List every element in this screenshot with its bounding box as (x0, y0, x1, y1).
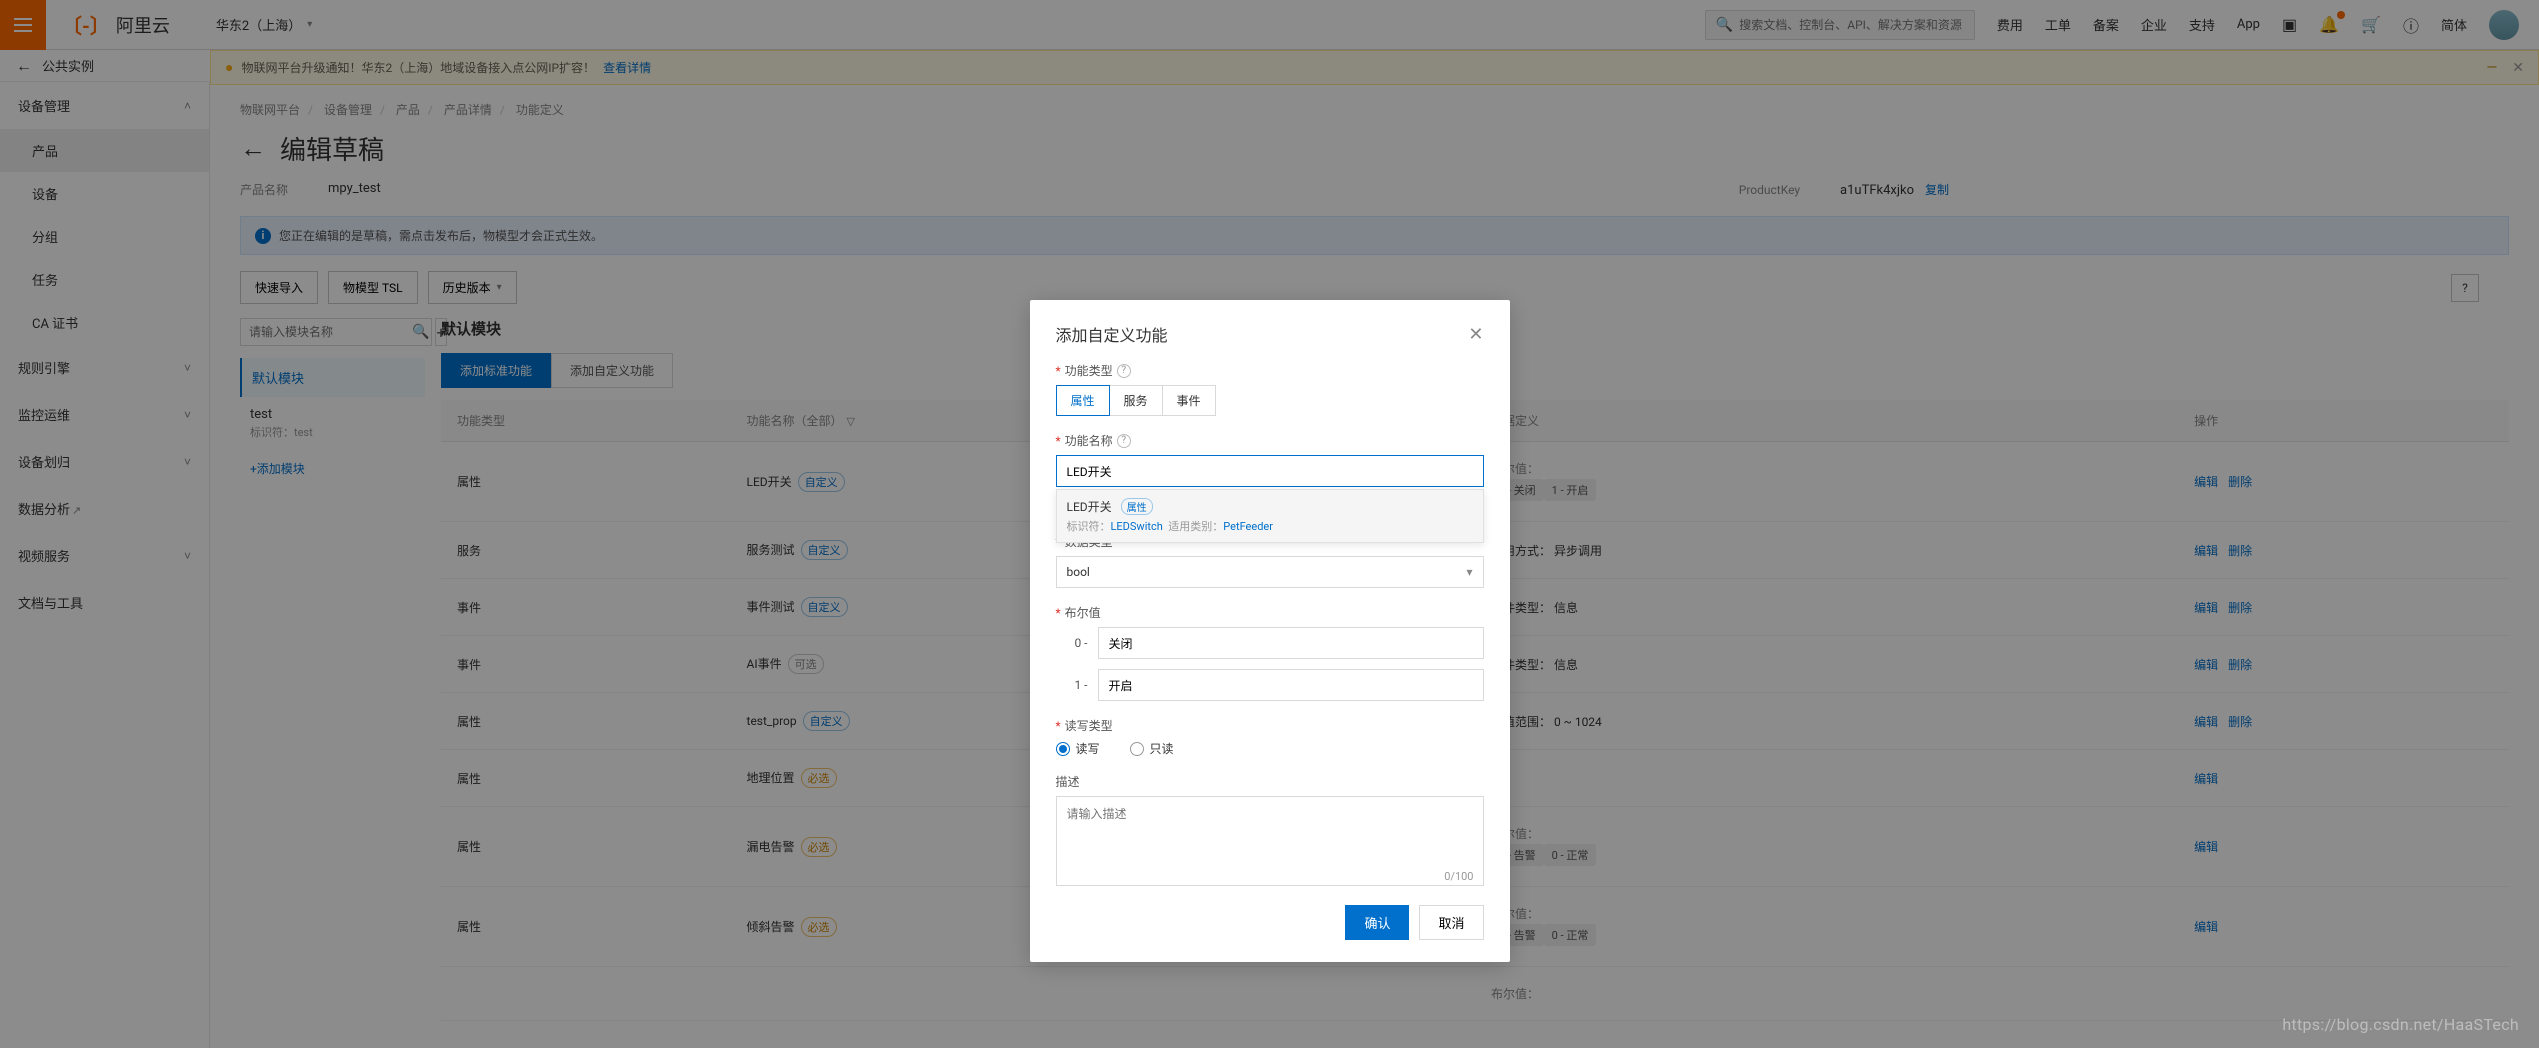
radio-readonly[interactable]: 只读 (1130, 740, 1174, 757)
seg-property[interactable]: 属性 (1056, 385, 1110, 416)
description-char-count: 0/100 (1444, 870, 1473, 883)
ac-item-label: LED开关 (1067, 500, 1112, 514)
field-label: 功能类型 (1065, 362, 1113, 379)
modal-backdrop: 添加自定义功能 ✕ *功能类型? 属性 服务 事件 *功能名称? LED开关 属… (0, 0, 2539, 1048)
add-custom-feature-modal: 添加自定义功能 ✕ *功能类型? 属性 服务 事件 *功能名称? LED开关 属… (1030, 300, 1510, 962)
ac-item-tag: 属性 (1121, 498, 1153, 515)
bool-0-input[interactable] (1098, 627, 1484, 659)
bool-0-label: 0 - (1064, 636, 1088, 650)
help-icon[interactable]: ? (1117, 434, 1131, 448)
bool-1-input[interactable] (1098, 669, 1484, 701)
data-type-dropdown[interactable]: bool ▾ (1056, 556, 1484, 588)
field-label: 功能名称 (1065, 432, 1113, 449)
ac-item-sub: 标识符：LEDSwitch 适用类别：PetFeeder (1067, 518, 1473, 534)
autocomplete-item[interactable]: LED开关 属性 标识符：LEDSwitch 适用类别：PetFeeder (1057, 490, 1483, 542)
dropdown-value: bool (1067, 565, 1090, 579)
modal-ok-button[interactable]: 确认 (1345, 905, 1409, 940)
modal-title: 添加自定义功能 (1056, 322, 1168, 346)
radio-readwrite[interactable]: 读写 (1056, 740, 1100, 757)
fn-type-group: 属性 服务 事件 (1056, 385, 1484, 416)
seg-service[interactable]: 服务 (1109, 385, 1163, 416)
help-icon[interactable]: ? (1117, 364, 1131, 378)
seg-event[interactable]: 事件 (1162, 385, 1216, 416)
radio-label: 读写 (1076, 740, 1100, 757)
modal-cancel-button[interactable]: 取消 (1419, 905, 1483, 940)
radio-label: 只读 (1150, 740, 1174, 757)
field-label: 描述 (1056, 773, 1080, 790)
chevron-down-icon: ▾ (1466, 565, 1472, 579)
radio-dot-icon (1056, 742, 1070, 756)
watermark: https://blog.csdn.net/HaaSTech (2282, 1015, 2519, 1034)
field-label: 布尔值 (1065, 604, 1101, 621)
bool-1-label: 1 - (1064, 678, 1088, 692)
radio-dot-icon (1130, 742, 1144, 756)
description-textarea[interactable] (1056, 796, 1484, 886)
field-label: 读写类型 (1065, 717, 1113, 734)
modal-close-icon[interactable]: ✕ (1468, 324, 1483, 345)
fn-name-input[interactable] (1056, 455, 1484, 487)
autocomplete-panel: LED开关 属性 标识符：LEDSwitch 适用类别：PetFeeder (1056, 489, 1484, 543)
